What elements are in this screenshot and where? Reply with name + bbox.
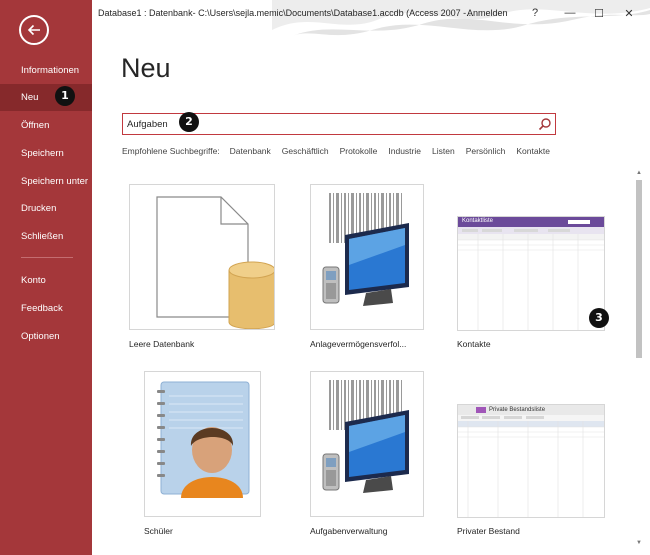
vertical-scrollbar[interactable]: ▲ ▼ <box>634 168 644 548</box>
scrollbar-thumb[interactable] <box>636 180 642 358</box>
search-icon[interactable] <box>538 117 552 131</box>
scroll-up-arrow-icon[interactable]: ▲ <box>634 168 644 178</box>
template-tile-leere-datenbank[interactable]: Leere Datenbank <box>129 184 277 354</box>
template-label: Kontakte <box>457 339 491 349</box>
callout-badge-1: 1 <box>55 86 75 106</box>
arrow-left-icon <box>27 24 40 36</box>
template-tile-anlagevermoegen[interactable]: Anlagevermögensverfol... <box>310 184 425 354</box>
scroll-down-arrow-icon[interactable]: ▼ <box>634 538 644 548</box>
sign-in-link[interactable]: Anmelden <box>467 8 508 18</box>
template-label: Leere Datenbank <box>129 339 195 349</box>
template-label: Privater Bestand <box>457 526 520 536</box>
backstage-sidebar: Informationen Neu Öffnen Speichern Speic… <box>0 0 92 555</box>
minimize-button[interactable]: — <box>558 4 582 22</box>
restore-button[interactable]: ☐ <box>587 4 611 22</box>
barcode-monitor-icon <box>322 380 409 493</box>
suggest-datenbank[interactable]: Datenbank <box>230 146 271 156</box>
nav-divider <box>21 257 73 258</box>
close-button[interactable]: ✕ <box>617 4 641 22</box>
template-thumbnail <box>310 184 424 330</box>
template-thumbnail: Kontaktliste <box>457 216 605 331</box>
window-title: Database1 : Datenbank- C:\Users\sejla.me… <box>98 8 474 18</box>
suggest-geschaeftlich[interactable]: Geschäftlich <box>282 146 329 156</box>
nav-oeffnen[interactable]: Öffnen <box>0 112 92 139</box>
nav-speichern[interactable]: Speichern <box>0 140 92 167</box>
help-button[interactable]: ? <box>523 4 547 22</box>
inventory-thumb-title: Private Bestandsliste <box>489 407 546 413</box>
nav-neu[interactable]: Neu <box>0 84 92 111</box>
suggest-industrie[interactable]: Industrie <box>388 146 421 156</box>
nav-schliessen[interactable]: Schließen <box>0 223 92 250</box>
suggested-searches: Empfohlene Suchbegriffe: Datenbank Gesch… <box>122 146 561 156</box>
student-notebook-icon <box>157 381 250 498</box>
contacts-form-preview <box>458 217 604 330</box>
nav-drucken[interactable]: Drucken <box>0 195 92 222</box>
page-title: Neu <box>121 53 171 83</box>
suggest-persoenlich[interactable]: Persönlich <box>466 146 506 156</box>
suggest-listen[interactable]: Listen <box>432 146 455 156</box>
suggest-kontakte[interactable]: Kontakte <box>516 146 550 156</box>
template-label: Schüler <box>144 526 173 536</box>
contacts-thumb-title: Kontaktliste <box>462 218 494 224</box>
suggest-protokolle[interactable]: Protokolle <box>340 146 378 156</box>
nav-konto[interactable]: Konto <box>0 267 92 294</box>
suggested-searches-label: Empfohlene Suchbegriffe: <box>122 146 220 156</box>
template-tile-privater-bestand[interactable]: Private Bestandsliste Privater Bestand <box>457 404 607 541</box>
callout-badge-3: 3 <box>589 308 609 328</box>
inventory-form-preview <box>458 405 604 517</box>
back-button[interactable] <box>19 15 49 45</box>
template-label: Aufgabenverwaltung <box>310 526 388 536</box>
template-tile-kontakte[interactable]: Kontaktliste Kontakte <box>457 216 607 354</box>
blank-database-icon <box>156 196 274 329</box>
template-thumbnail <box>129 184 275 330</box>
nav-informationen[interactable]: Informationen <box>0 57 92 84</box>
template-thumbnail <box>310 371 424 517</box>
barcode-monitor-icon <box>322 193 409 306</box>
nav-speichern-unter[interactable]: Speichern unter <box>0 168 92 195</box>
template-tile-schueler[interactable]: Schüler <box>144 371 262 541</box>
template-tile-aufgabenverwaltung[interactable]: Aufgabenverwaltung <box>310 371 425 541</box>
template-thumbnail <box>144 371 261 517</box>
template-label: Anlagevermögensverfol... <box>310 339 407 349</box>
title-bar: Database1 : Datenbank- C:\Users\sejla.me… <box>92 0 650 36</box>
template-thumbnail: Private Bestandsliste <box>457 404 605 518</box>
nav-optionen[interactable]: Optionen <box>0 323 92 350</box>
nav-feedback[interactable]: Feedback <box>0 295 92 322</box>
callout-badge-2: 2 <box>179 112 199 132</box>
